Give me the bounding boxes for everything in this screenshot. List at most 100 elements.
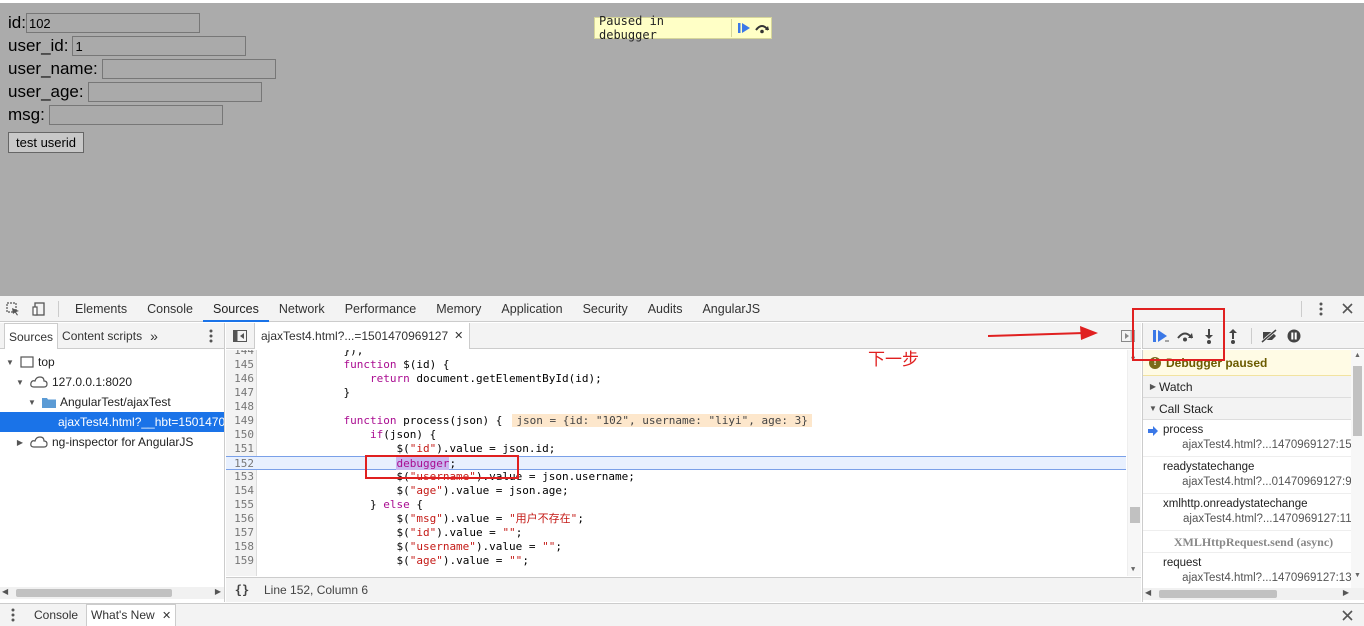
drawer-tab-whats-new[interactable]: What's New ✕ bbox=[86, 603, 177, 626]
inspect-element-icon[interactable] bbox=[0, 296, 26, 322]
code-line[interactable]: 156 $("msg").value = "用户不存在"; bbox=[226, 512, 1126, 526]
call-frame-readystatechange[interactable]: readystatechange ajaxTest4.html?...01470… bbox=[1143, 457, 1364, 494]
resume-icon[interactable] bbox=[736, 19, 754, 37]
call-frame-location[interactable]: ajaxTest4.html?...1470969127:117 bbox=[1183, 513, 1358, 525]
scroll-right-icon[interactable]: ▶ bbox=[215, 587, 221, 596]
tab-memory[interactable]: Memory bbox=[426, 296, 491, 322]
scroll-right-icon[interactable]: ▶ bbox=[1343, 588, 1349, 597]
code-line[interactable]: 144 }); bbox=[226, 350, 1126, 358]
expand-arrow-icon[interactable]: ▼ bbox=[4, 358, 16, 367]
test-userid-button[interactable]: test userid bbox=[8, 132, 84, 153]
expand-arrow-icon[interactable]: ▼ bbox=[1147, 404, 1159, 413]
drawer-menu-icon[interactable] bbox=[0, 602, 26, 626]
call-frame-location[interactable]: ajaxTest4.html?...1470969127:135 bbox=[1182, 572, 1358, 584]
code-line[interactable]: 146 return document.getElementById(id); bbox=[226, 372, 1126, 386]
call-frame-onreadystatechange[interactable]: xmlhttp.onreadystatechange ajaxTest4.htm… bbox=[1143, 494, 1364, 531]
code-line[interactable]: 158 $("username").value = ""; bbox=[226, 540, 1126, 554]
code-line[interactable]: 159 $("age").value = ""; bbox=[226, 554, 1126, 568]
tree-item-host[interactable]: ▼ 127.0.0.1:8020 bbox=[0, 372, 224, 392]
scroll-left-icon[interactable]: ◀ bbox=[1145, 588, 1151, 597]
expand-arrow-icon[interactable]: ▼ bbox=[26, 398, 38, 407]
scrollbar-thumb[interactable] bbox=[1159, 590, 1277, 598]
line-number[interactable]: 150 bbox=[226, 428, 254, 442]
scrollbar-thumb[interactable] bbox=[16, 589, 172, 597]
kebab-menu-icon[interactable] bbox=[1308, 296, 1334, 322]
line-number[interactable]: 155 bbox=[226, 498, 254, 512]
call-frame-process[interactable]: process ajaxTest4.html?...1470969127:152 bbox=[1143, 420, 1364, 457]
tab-elements[interactable]: Elements bbox=[65, 296, 137, 322]
tab-performance[interactable]: Performance bbox=[335, 296, 427, 322]
watch-section-header[interactable]: ▶ Watch bbox=[1143, 376, 1364, 398]
line-number[interactable]: 151 bbox=[226, 442, 254, 456]
call-frame-location[interactable]: ajaxTest4.html?...1470969127:152 bbox=[1182, 439, 1358, 451]
execution-line[interactable]: 152 debugger; bbox=[226, 456, 1126, 470]
code-line[interactable]: 150 if(json) { bbox=[226, 428, 1126, 442]
sidebar-vertical-scrollbar[interactable]: ▲ ▼ bbox=[1351, 350, 1364, 588]
line-number[interactable]: 156 bbox=[226, 512, 254, 526]
nav-tab-content-scripts[interactable]: Content scripts bbox=[58, 323, 146, 349]
code-line[interactable]: 157 $("id").value = ""; bbox=[226, 526, 1126, 540]
pause-on-exceptions-icon[interactable] bbox=[1282, 324, 1306, 348]
scrollbar-thumb[interactable] bbox=[1130, 507, 1140, 523]
close-tab-icon[interactable]: ✕ bbox=[454, 329, 463, 342]
collapse-arrow-icon[interactable]: ▶ bbox=[14, 438, 26, 447]
close-icon[interactable] bbox=[1334, 296, 1360, 322]
line-number[interactable]: 146 bbox=[226, 372, 254, 386]
close-drawer-icon[interactable] bbox=[1334, 602, 1360, 626]
tree-item-folder[interactable]: ▼ AngularTest/ajaxTest bbox=[0, 392, 224, 412]
step-over-icon[interactable] bbox=[753, 19, 771, 37]
line-number[interactable]: 158 bbox=[226, 540, 254, 554]
id-input[interactable] bbox=[25, 13, 200, 33]
line-number[interactable]: 148 bbox=[226, 400, 254, 414]
line-number[interactable]: 152 bbox=[226, 457, 254, 471]
code-line[interactable]: 155 } else { bbox=[226, 498, 1126, 512]
code-line[interactable]: 151 $("id").value = json.id; bbox=[226, 442, 1126, 456]
more-tabs-icon[interactable]: » bbox=[146, 323, 162, 349]
line-number[interactable]: 149 bbox=[226, 414, 254, 428]
tab-security[interactable]: Security bbox=[573, 296, 638, 322]
code-line[interactable]: 147 } bbox=[226, 386, 1126, 400]
tab-sources[interactable]: Sources bbox=[202, 296, 269, 322]
code-line[interactable]: 149 function process(json) {json = {id: … bbox=[226, 414, 1126, 428]
toggle-navigator-icon[interactable] bbox=[226, 323, 254, 349]
code-line[interactable]: 145 function $(id) { bbox=[226, 358, 1126, 372]
line-number[interactable]: 145 bbox=[226, 358, 254, 372]
call-stack-section-header[interactable]: ▼ Call Stack bbox=[1143, 398, 1364, 420]
tree-item-extension[interactable]: ▶ ng-inspector for AngularJS bbox=[0, 432, 224, 452]
tab-console[interactable]: Console bbox=[137, 296, 203, 322]
line-number[interactable]: 157 bbox=[226, 526, 254, 540]
code-line[interactable]: 148 bbox=[226, 400, 1126, 414]
editor-vertical-scrollbar[interactable]: ▲ ▼ bbox=[1127, 350, 1141, 576]
pretty-print-icon[interactable]: {} bbox=[226, 583, 258, 597]
line-number[interactable]: 153 bbox=[226, 470, 254, 484]
scroll-up-icon[interactable]: ▲ bbox=[1354, 352, 1361, 359]
user-age-input[interactable] bbox=[87, 82, 262, 102]
user-name-input[interactable] bbox=[101, 59, 276, 79]
drawer-tab-console[interactable]: Console bbox=[26, 608, 86, 622]
tab-application[interactable]: Application bbox=[491, 296, 572, 322]
call-frame-location[interactable]: ajaxTest4.html?...01470969127:97 bbox=[1182, 476, 1358, 488]
tab-network[interactable]: Network bbox=[269, 296, 335, 322]
line-number[interactable]: 154 bbox=[226, 484, 254, 498]
tab-audits[interactable]: Audits bbox=[638, 296, 693, 322]
line-number[interactable]: 159 bbox=[226, 554, 254, 568]
nav-tab-sources[interactable]: Sources bbox=[4, 322, 59, 349]
collapse-arrow-icon[interactable]: ▶ bbox=[1147, 382, 1159, 391]
tree-item-top[interactable]: ▼ top bbox=[0, 352, 224, 372]
scroll-down-icon[interactable]: ▼ bbox=[1354, 572, 1361, 579]
navigator-horizontal-scrollbar[interactable]: ◀ ▶ bbox=[0, 587, 224, 599]
tree-item-file[interactable]: ajaxTest4.html?__hbt=1501470969127 bbox=[0, 412, 224, 432]
code-editor[interactable]: 144 }); 145 function $(id) {146 return do… bbox=[226, 350, 1141, 576]
msg-input[interactable] bbox=[48, 105, 223, 125]
close-tab-icon[interactable]: ✕ bbox=[162, 610, 171, 622]
call-frame-request[interactable]: request ajaxTest4.html?...1470969127:135 bbox=[1143, 553, 1364, 590]
user-id-input[interactable] bbox=[72, 36, 247, 56]
navigator-menu-icon[interactable] bbox=[198, 323, 224, 349]
line-number[interactable]: 144 bbox=[226, 350, 254, 358]
code-line[interactable]: 153 $("username").value = json.username; bbox=[226, 470, 1126, 484]
editor-file-tab[interactable]: ajaxTest4.html?...=1501470969127 ✕ bbox=[254, 322, 471, 349]
sidebar-horizontal-scrollbar[interactable]: ◀ ▶ bbox=[1143, 588, 1364, 600]
scroll-left-icon[interactable]: ◀ bbox=[2, 587, 8, 596]
code-line[interactable]: 154 $("age").value = json.age; bbox=[226, 484, 1126, 498]
deactivate-breakpoints-icon[interactable] bbox=[1258, 324, 1282, 348]
